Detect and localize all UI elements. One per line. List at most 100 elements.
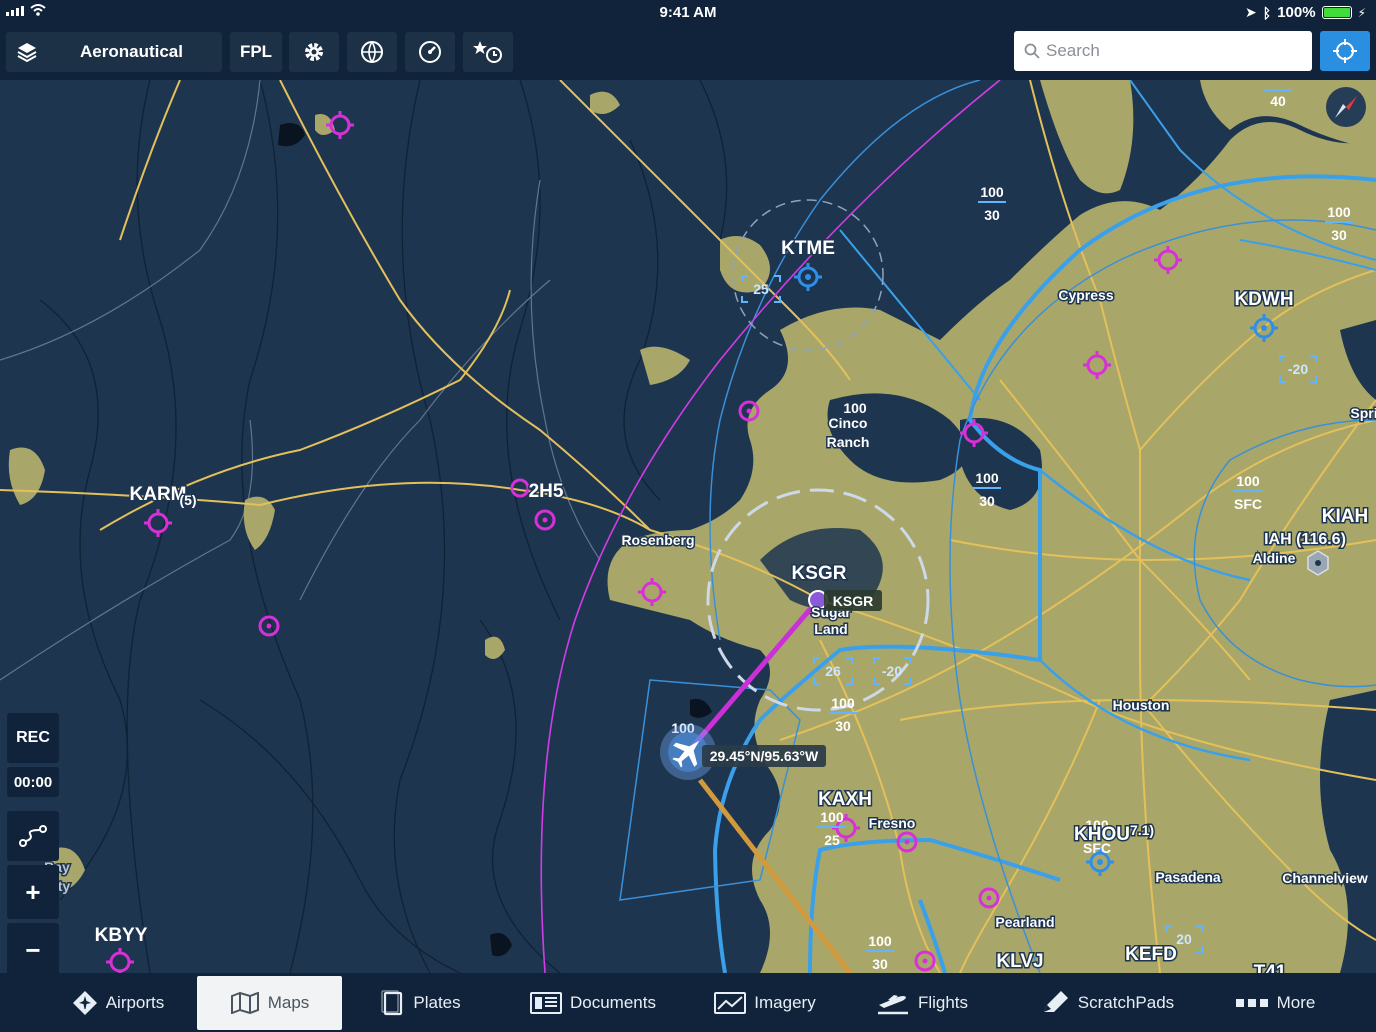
gear-icon — [305, 43, 323, 61]
place-label: Cypress — [1058, 287, 1113, 303]
place-label: Rosenberg — [621, 532, 694, 548]
crosshair-icon — [1333, 39, 1357, 63]
alt-bottom: SFC — [1234, 496, 1262, 512]
layer-label: Aeronautical — [80, 42, 183, 61]
battery-percent: 100% — [1277, 4, 1316, 21]
search-input[interactable]: Search — [1014, 31, 1312, 71]
location-arrow-icon: ➤ — [1245, 4, 1257, 20]
zoom-in-button[interactable]: + — [7, 865, 59, 919]
ksgr-tag-label: KSGR — [833, 593, 873, 609]
alt-bottom: 40 — [1270, 93, 1286, 109]
alt-top: 100 — [868, 933, 892, 949]
globe-icon — [361, 41, 383, 63]
instruments-button[interactable] — [405, 32, 455, 72]
charging-icon: ⚡ — [1357, 5, 1366, 20]
plates-icon — [381, 990, 403, 1016]
place-label: Channelview — [1282, 870, 1368, 886]
place-label: Aldine — [1253, 550, 1296, 566]
tab-label: Documents — [570, 993, 656, 1012]
record-button[interactable]: REC — [7, 713, 59, 763]
airport-label-kbyy: KBYY — [95, 925, 148, 946]
settings-button[interactable] — [289, 32, 339, 72]
track-path-icon — [19, 825, 47, 847]
tab-imagery[interactable]: Imagery — [700, 976, 830, 1030]
diamond-plane-icon — [72, 991, 97, 1015]
ownship-coords: 29.45°N/95.63°W — [710, 748, 819, 764]
search-icon — [1024, 43, 1040, 59]
tab-label: Plates — [413, 993, 461, 1012]
khou-frequency: 7.1) — [1130, 822, 1154, 838]
battery-icon — [1321, 6, 1352, 19]
tab-more[interactable]: More — [1220, 976, 1330, 1030]
airport-label-kaxh: KAXH — [818, 789, 872, 810]
alt-top: 100 — [820, 809, 844, 825]
tab-documents[interactable]: Documents — [508, 976, 678, 1030]
tab-plates[interactable]: Plates — [362, 976, 480, 1030]
place-label: Land — [814, 621, 847, 637]
aeronautical-map[interactable]: 25 -20 26 -20 20 100 30 100 30 100 30 100 SF… — [0, 80, 1376, 973]
airport-label-kefd: KEFD — [1125, 944, 1177, 965]
place-label: Fresno — [869, 815, 916, 831]
place-label: Spri — [1350, 405, 1376, 421]
elev-ktme: 25 — [753, 281, 769, 297]
tab-maps[interactable]: Maps — [197, 976, 342, 1030]
alt-top: 100 — [975, 470, 999, 486]
airport-label-t41: T41 — [1254, 962, 1287, 973]
alt-top: 100 — [843, 400, 867, 416]
elev-kdwh: -20 — [1288, 361, 1308, 377]
tab-label: Maps — [267, 993, 310, 1012]
vor-icon — [1307, 550, 1329, 576]
tab-label: Flights — [917, 993, 969, 1012]
vor-label: IAH (116.6) — [1264, 531, 1346, 548]
record-timer: 00:00 — [7, 767, 59, 797]
alt-top: 100 — [1327, 204, 1351, 220]
airport-label-kdwh: KDWH — [1234, 289, 1293, 310]
compass-button[interactable] — [1326, 87, 1366, 127]
track-button[interactable] — [7, 811, 59, 861]
tab-label: More — [1276, 993, 1316, 1012]
airport-label-kiah: KIAH — [1322, 506, 1368, 527]
place-label: Cinco — [829, 415, 868, 431]
airport-label-ksgr: KSGR — [792, 563, 847, 584]
gauge-icon — [419, 41, 441, 63]
compass-icon — [1335, 96, 1357, 118]
left-controls: REC 00:00 + − — [7, 713, 59, 981]
airport-label-2h5: 2H5 — [529, 481, 564, 502]
alt-bottom: 30 — [1331, 227, 1347, 243]
airport-label-karm: KARM — [130, 484, 187, 505]
airport-label-klvj: KLVJ — [996, 951, 1043, 972]
alt-top: 100 — [831, 695, 855, 711]
documents-icon — [530, 992, 562, 1014]
elev-sugar-land: -20 — [882, 663, 902, 679]
tab-label: Airports — [105, 993, 165, 1012]
ksgr-tag[interactable]: KSGR — [824, 590, 882, 611]
place-label: Ranch — [827, 434, 870, 450]
more-dots-icon — [1235, 999, 1268, 1007]
layers-icon — [17, 43, 37, 63]
search-placeholder: Search — [1046, 41, 1100, 60]
elev-kefd: 20 — [1176, 931, 1192, 947]
alt-bottom: 25 — [824, 832, 840, 848]
status-bar: 9:41 AM ➤ ᛒ 100% ⚡ — [0, 0, 1376, 24]
tab-flights[interactable]: Flights — [862, 976, 982, 1030]
tab-scratchpads[interactable]: ScratchPads — [1022, 976, 1192, 1030]
bluetooth-icon: ᛒ — [1262, 4, 1272, 21]
fpl-button[interactable]: FPL — [230, 32, 282, 72]
layers-button[interactable]: Aeronautical — [6, 32, 222, 72]
alt-bottom: 30 — [835, 718, 851, 734]
favorites-recents-button[interactable] — [463, 32, 513, 72]
locate-button[interactable] — [1320, 31, 1370, 71]
alt-bottom: 30 — [872, 956, 888, 972]
elev-ksgr: 26 — [825, 663, 841, 679]
place-label: Houston — [1113, 697, 1170, 713]
clock: 9:41 AM — [659, 4, 717, 21]
tab-airports[interactable]: Airports — [48, 976, 188, 1030]
place-label: Pearland — [995, 914, 1054, 930]
alt-bottom: 30 — [979, 493, 995, 509]
map-mode-button[interactable] — [347, 32, 397, 72]
pencil-icon — [1043, 991, 1068, 1012]
tab-bar: Airports Maps Plates Documents Imagery F… — [0, 973, 1376, 1032]
map-icon — [230, 992, 259, 1014]
flights-icon — [877, 995, 908, 1015]
zoom-out-button[interactable]: − — [7, 923, 59, 977]
